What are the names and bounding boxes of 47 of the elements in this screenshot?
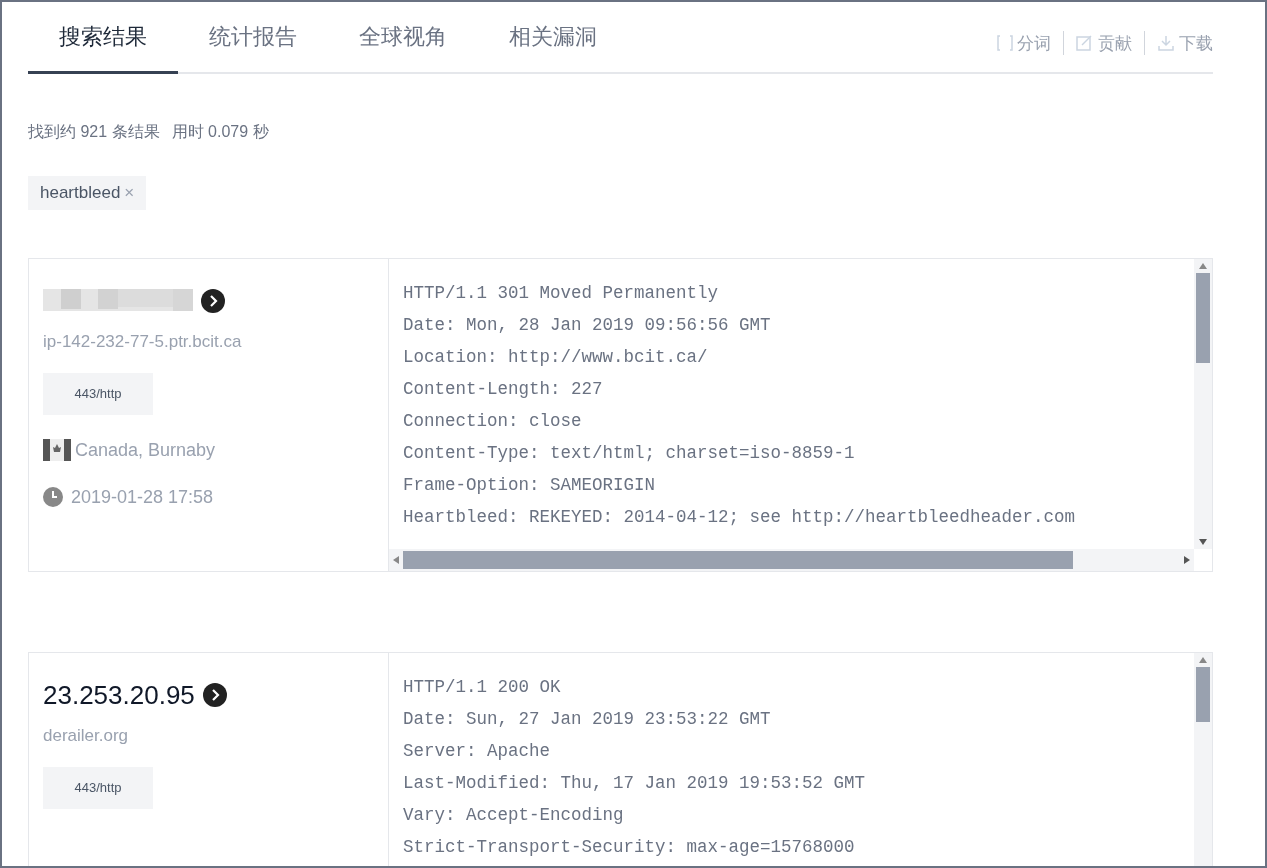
banner-line: HTTP/1.1 301 Moved Permanently [403, 282, 720, 305]
result-count: 找到约 921 条结果 [28, 122, 160, 142]
scrollbar-thumb[interactable] [403, 551, 1073, 569]
scroll-down-icon[interactable] [1199, 539, 1207, 545]
contribute-button[interactable]: 贡献 [1076, 30, 1132, 56]
filter-tag: heartbleed × [28, 176, 147, 210]
download-icon [1157, 34, 1175, 53]
port-tag: 443/http [43, 372, 153, 415]
flag-icon [43, 439, 71, 461]
download-button[interactable]: 下载 [1157, 30, 1213, 56]
query-time: 用时 0.079 秒 [171, 122, 269, 142]
remove-tag-button[interactable]: × [124, 180, 135, 206]
banner-line: Content-Length: 227 [403, 378, 604, 401]
banner-line: Frame-Option: SAMEORIGIN [403, 474, 657, 497]
banner-line: Content-Type: text/html; charset=iso-8859-1 [403, 442, 856, 465]
horizontal-scrollbar[interactable] [389, 549, 1194, 571]
hostname: ip-142-232-77-5.ptr.bcit.ca [43, 331, 242, 353]
scroll-left-icon[interactable] [393, 556, 399, 564]
banner-line: Date: Mon, 28 Jan 2019 09:56:56 GMT [403, 314, 772, 337]
port-tag: 443/http [43, 766, 153, 809]
scrollbar-thumb[interactable] [1196, 273, 1210, 363]
banner-line: Location: http://www.bcit.ca/ [403, 346, 709, 369]
tab[interactable]: 统计报告 [178, 2, 328, 74]
banner-line: HTTP/1.1 200 OK [403, 676, 562, 699]
scrollbar-thumb[interactable] [1196, 667, 1210, 722]
banner-line: Last-Modified: Thu, 17 Jan 2019 19:53:52 GMT [403, 772, 867, 795]
banner-line: Heartbleed: REKEYED: 2014-04-12; see http://heartbleedheader.com [403, 506, 1077, 529]
banner-line: Server: Apache [403, 740, 552, 763]
clock-icon [43, 487, 63, 507]
tab[interactable]: 搜索结果 [28, 2, 178, 74]
banner-line: Date: Sun, 27 Jan 2019 23:53:22 GMT [403, 708, 772, 731]
banner-line: Connection: close [403, 410, 583, 433]
hostname: derailer.org [43, 725, 129, 747]
banner-line: Vary: Accept-Encoding [403, 804, 625, 827]
tab[interactable]: 相关漏洞 [478, 2, 628, 74]
tab[interactable]: 全球视角 [328, 2, 478, 74]
scroll-right-icon[interactable] [1184, 556, 1190, 564]
contribute-icon [1076, 34, 1094, 53]
timestamp: 2019-01-28 17:58 [71, 485, 214, 509]
scroll-up-icon[interactable] [1199, 263, 1207, 269]
scroll-up-icon[interactable] [1199, 657, 1207, 663]
segment-icon [997, 34, 1013, 53]
segment-button[interactable]: 分词 [997, 30, 1051, 56]
location: Canada, Burnaby [75, 438, 216, 462]
banner-line: Strict-Transport-Security: max-age=15768000 [403, 836, 856, 859]
ip-address: 23.253.20.95 [43, 678, 195, 712]
vertical-scrollbar[interactable] [1194, 259, 1212, 549]
